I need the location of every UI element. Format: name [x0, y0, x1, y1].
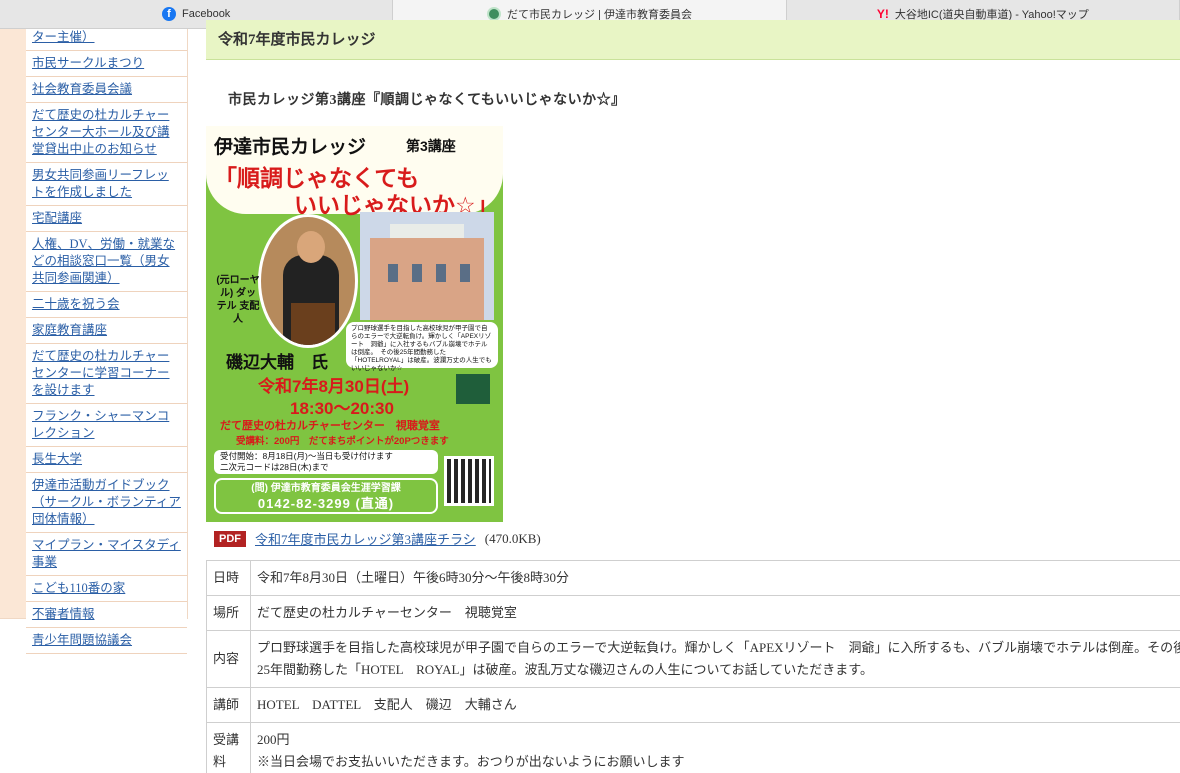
sidebar-item[interactable]: フランク・シャーマンコレクション: [26, 404, 187, 447]
fee-amount: 200円: [257, 732, 290, 747]
row-value: 令和7年8月30日（土曜日）午後6時30分〜午後8時30分: [250, 560, 1180, 596]
flyer-lecture-number: 第3講座: [406, 138, 456, 154]
fee-note: ※当日会場でお支払いいただきます。おつりが出ないようにお願いします: [257, 754, 685, 769]
sidebar-link[interactable]: 男女共同参画リーフレットを作成しました: [32, 168, 169, 199]
sidebar-link[interactable]: こども110番の家: [32, 581, 125, 595]
sidebar-item[interactable]: 人権、DV、労働・就業などの相談窓口一覧（男女共同参画関連）: [26, 232, 187, 292]
flyer-fee: 受講料：200円 だてまちポイントが20Pつきます: [236, 436, 449, 447]
flyer-image: 伊達市民カレッジ 第3講座 「順調じゃなくても いいじゃないか☆」 (元ローヤル…: [206, 126, 503, 522]
sidebar-nav: ター主催） 市民サークルまつり 社会教育委員会議 だて歴史の杜カルチャーセンター…: [0, 29, 188, 654]
row-label: 受講料: [206, 722, 251, 773]
flyer-contact-tel: 0142-82-3299 (直通): [257, 496, 395, 511]
article-title: 市民カレッジ第3講座『順調じゃなくてもいいじゃないか☆』: [228, 93, 626, 108]
pdf-icon: PDF: [214, 530, 246, 547]
sidebar-link[interactable]: 家庭教育講座: [32, 323, 107, 337]
speaker-face: [297, 231, 325, 263]
sidebar-link[interactable]: だて歴史の杜カルチャーセンターに学習コーナーを設けます: [32, 349, 170, 397]
event-info-table: 日時 令和7年8月30日（土曜日）午後6時30分〜午後8時30分 場所 だて歴史…: [206, 560, 1180, 773]
sidebar-link[interactable]: ター主催）: [32, 30, 95, 44]
page-heading-bar: 令和7年度市民カレッジ: [206, 20, 1180, 60]
flyer-contact-org: (問) 伊達市教育委員会生涯学習課: [251, 483, 401, 494]
flyer-time: 18:30〜20:30: [290, 399, 394, 418]
sidebar-link[interactable]: 人権、DV、労働・就業などの相談窓口一覧（男女共同参画関連）: [32, 237, 175, 285]
qr-pattern: [447, 459, 491, 503]
sidebar-item[interactable]: 社会教育委員会議: [26, 77, 187, 103]
sidebar-item[interactable]: 二十歳を祝う会: [26, 292, 187, 318]
qr-code-icon: [444, 456, 494, 506]
table-row: 内容 プロ野球選手を目指した高校球児が甲子園で自らのエラーで大逆転負け。輝かしく…: [206, 630, 1180, 688]
sidebar-link[interactable]: だて歴史の杜カルチャーセンター大ホール及び講堂貸出中止のお知らせ: [32, 108, 170, 156]
sidebar-item[interactable]: 家庭教育講座: [26, 318, 187, 344]
flyer-logo: [456, 374, 490, 404]
row-label: 日時: [206, 560, 251, 596]
sidebar-link[interactable]: 不審者情報: [32, 607, 95, 621]
sidebar-item[interactable]: 青少年問題協議会: [26, 628, 187, 654]
table-row: 日時 令和7年8月30日（土曜日）午後6時30分〜午後8時30分: [206, 560, 1180, 596]
sidebar-item[interactable]: 伊達市活動ガイドブック（サークル・ボランティア団体情報）: [26, 473, 187, 533]
row-label: 内容: [206, 630, 251, 688]
sidebar-link[interactable]: フランク・シャーマンコレクション: [32, 409, 169, 440]
speaker-photo: [258, 214, 358, 348]
sidebar-item[interactable]: だて歴史の杜カルチャーセンターに学習コーナーを設けます: [26, 344, 187, 404]
sidebar-item[interactable]: ター主催）: [26, 29, 187, 51]
sidebar-item[interactable]: マイプラン・マイスタディ事業: [26, 533, 187, 576]
pdf-file-size: (470.0KB): [484, 530, 541, 546]
row-label: 講師: [206, 687, 251, 723]
sidebar-link[interactable]: 宅配講座: [32, 211, 82, 225]
sidebar-item[interactable]: 宅配講座: [26, 206, 187, 232]
building-window: [460, 264, 470, 282]
tab-label: Facebook: [182, 8, 231, 20]
flyer-place: だて歴史の杜カルチャーセンター 視聴覚室: [220, 420, 440, 432]
sidebar-item[interactable]: 市民サークルまつり: [26, 51, 187, 77]
row-value: 200円 ※当日会場でお支払いいただきます。おつりが出ないようにお願いします: [250, 722, 1180, 773]
yahoo-icon: Y!: [876, 7, 889, 21]
table-row: 場所 だて歴史の杜カルチャーセンター 視聴覚室: [206, 595, 1180, 631]
date-city-icon: [487, 7, 501, 21]
row-label: 場所: [206, 595, 251, 631]
table-row: 受講料 200円 ※当日会場でお支払いいただきます。おつりが出ないようにお願いし…: [206, 722, 1180, 773]
sidebar-link[interactable]: 青少年問題協議会: [32, 633, 132, 647]
sidebar-link[interactable]: 二十歳を祝う会: [32, 297, 120, 311]
building-window: [388, 264, 398, 282]
sidebar-item[interactable]: 不審者情報: [26, 602, 187, 628]
sidebar-item[interactable]: 男女共同参画リーフレットを作成しました: [26, 163, 187, 206]
podium: [291, 303, 335, 345]
flyer-description: プロ野球選手を目指した高校球児が甲子園で自らのエラーで大逆転負け。輝かしく「AP…: [346, 322, 498, 372]
sidebar-link[interactable]: 伊達市活動ガイドブック（サークル・ボランティア団体情報）: [32, 478, 181, 526]
pdf-download: PDF 令和7年度市民カレッジ第3講座チラシ (470.0KB): [214, 529, 541, 548]
sidebar-link[interactable]: 社会教育委員会議: [32, 82, 132, 96]
sidebar-link[interactable]: 長生大学: [32, 452, 82, 466]
row-value: だて歴史の杜カルチャーセンター 視聴覚室: [250, 595, 1180, 631]
sidebar-item[interactable]: だて歴史の杜カルチャーセンター大ホール及び講堂貸出中止のお知らせ: [26, 103, 187, 163]
flyer-contact: (問) 伊達市教育委員会生涯学習課 0142-82-3299 (直通): [214, 478, 438, 514]
row-value: プロ野球選手を目指した高校球児が甲子園で自らのエラーで大逆転負け。輝かしく「AP…: [250, 630, 1180, 688]
facebook-icon: f: [162, 7, 176, 21]
flyer-title: 伊達市民カレッジ: [214, 137, 367, 158]
flyer-speaker-name: 磯辺大輔 氏: [226, 353, 328, 372]
flyer-reception: 受付開始：8月18日(月)〜当日も受け付けます 二次元コードは28日(木)まで: [214, 450, 438, 474]
building-window: [436, 264, 446, 282]
sidebar-link[interactable]: 市民サークルまつり: [32, 56, 144, 70]
page-title: 令和7年度市民カレッジ: [218, 32, 376, 48]
pdf-link[interactable]: 令和7年度市民カレッジ第3講座チラシ: [255, 529, 476, 548]
sidebar-item[interactable]: こども110番の家: [26, 576, 187, 602]
sidebar-link[interactable]: マイプラン・マイスタディ事業: [32, 538, 181, 569]
building-window: [412, 264, 422, 282]
flyer-speaker-role: (元ローヤル) ダッテル 支配人: [216, 275, 260, 325]
row-value: HOTEL DATTEL 支配人 磯辺 大輔さん: [250, 687, 1180, 723]
sidebar-item[interactable]: 長生大学: [26, 447, 187, 473]
hotel-building-photo: [360, 212, 494, 320]
table-row: 講師 HOTEL DATTEL 支配人 磯辺 大輔さん: [206, 687, 1180, 723]
